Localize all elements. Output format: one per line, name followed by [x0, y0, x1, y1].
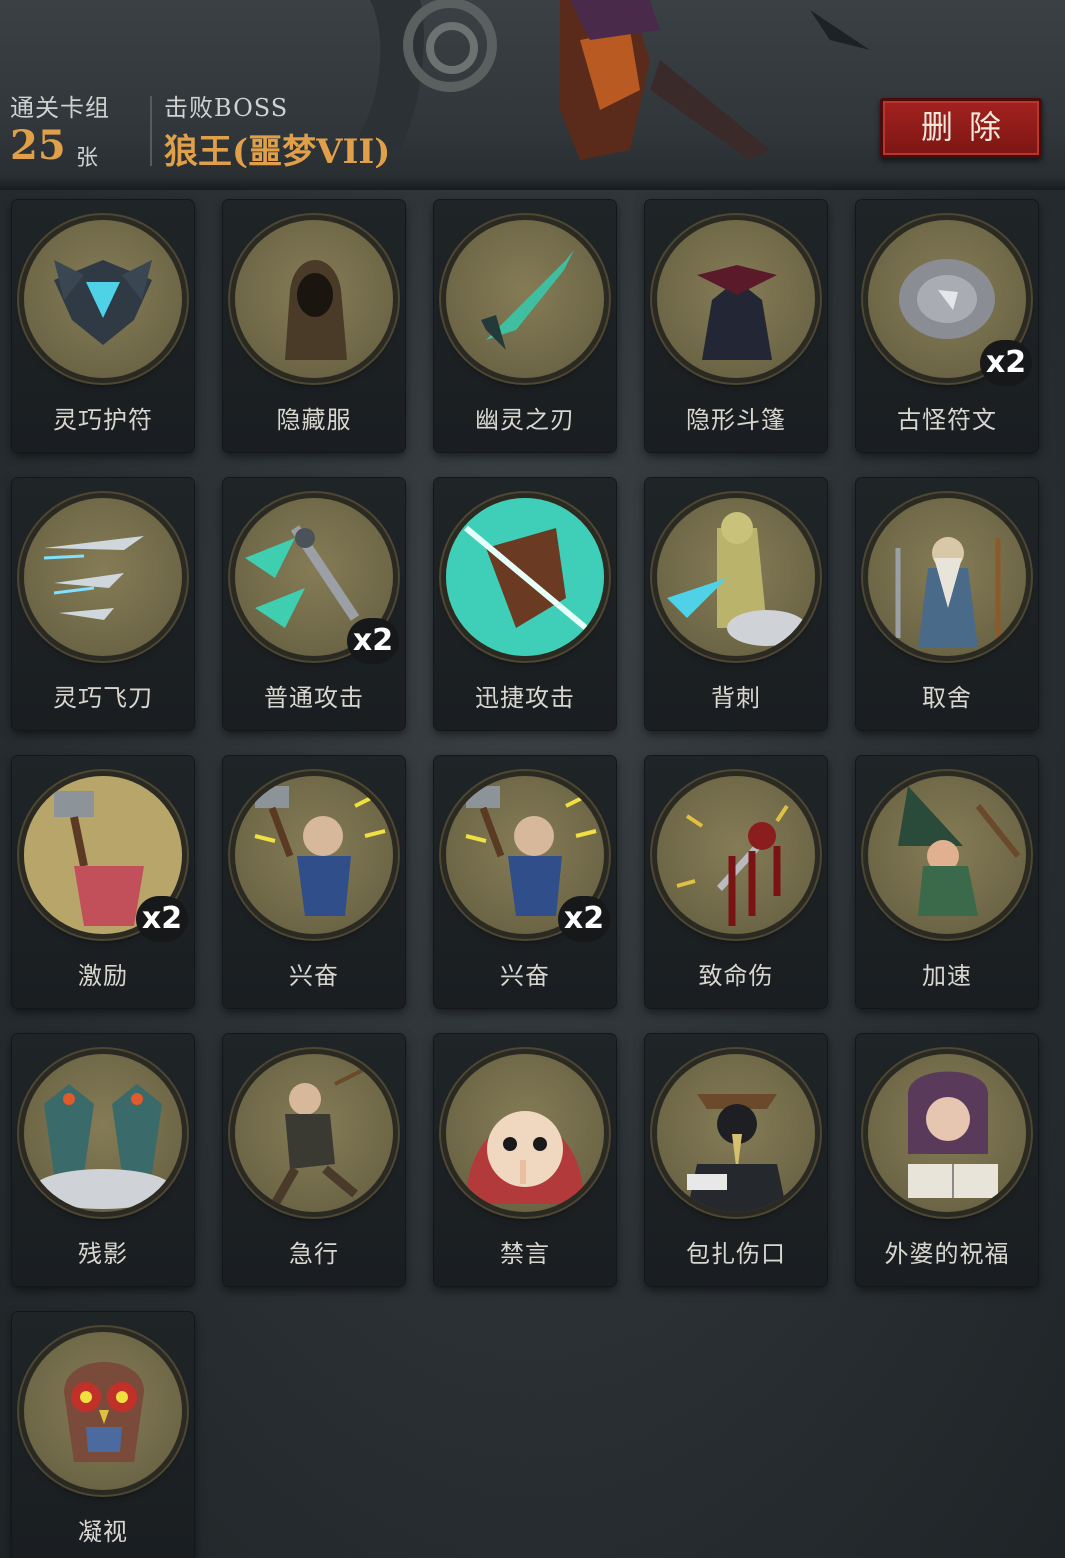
card-name: 禁言	[500, 1240, 550, 1268]
card-name: 激励	[78, 962, 128, 990]
card-name: 隐藏服	[276, 406, 352, 434]
card[interactable]: 隐藏服	[223, 200, 405, 452]
header-art-illustration	[350, 0, 870, 160]
card[interactable]: 禁言	[434, 1034, 616, 1286]
hush-girl-icon	[446, 1054, 604, 1212]
card[interactable]: 取舍	[856, 478, 1038, 730]
hood-cloak-icon	[235, 220, 393, 378]
card[interactable]: 加速	[856, 756, 1038, 1008]
card[interactable]: 致命伤	[645, 756, 827, 1008]
throwing-knives-icon	[24, 498, 182, 656]
boss-label: 击败BOSS	[164, 94, 289, 122]
card-name: 致命伤	[698, 962, 774, 990]
grandma-icon	[868, 1054, 1026, 1212]
card[interactable]: 包扎伤口	[645, 1034, 827, 1286]
card[interactable]: 灵巧护符	[12, 200, 194, 452]
cleared-deck-count: 25	[10, 122, 66, 169]
card-name: 普通攻击	[264, 684, 364, 712]
card-name: 取舍	[922, 684, 972, 712]
card-name: 灵巧护符	[53, 406, 153, 434]
card-name: 外婆的祝福	[884, 1240, 1010, 1268]
card-name: 包扎伤口	[686, 1240, 786, 1268]
card-name: 灵巧飞刀	[53, 684, 153, 712]
card-name: 幽灵之刃	[475, 406, 575, 434]
bleeding-dagger-icon	[657, 776, 815, 934]
card[interactable]: x2 兴奋	[434, 756, 616, 1008]
hammer-dwarf-icon	[235, 776, 393, 934]
card[interactable]: 幽灵之刃	[434, 200, 616, 452]
witch-broom-icon	[868, 776, 1026, 934]
sage-icon	[868, 498, 1026, 656]
card-count-badge: x2	[980, 340, 1032, 386]
card-name: 凝视	[78, 1518, 128, 1546]
amulet-icon	[24, 220, 182, 378]
header-divider	[150, 96, 152, 166]
card[interactable]: 兴奋	[223, 756, 405, 1008]
deck-header: 通关卡组 25 张 击败BOSS 狼王(噩梦VII) 删除	[0, 0, 1065, 190]
card-name: 古怪符文	[897, 406, 997, 434]
card[interactable]: x2 古怪符文	[856, 200, 1038, 452]
card[interactable]: 凝视	[12, 1312, 194, 1558]
card[interactable]: x2 激励	[12, 756, 194, 1008]
owl-icon	[24, 1332, 182, 1490]
card[interactable]: 急行	[223, 1034, 405, 1286]
boss-name: 狼王(噩梦VII)	[164, 132, 391, 172]
card[interactable]: 外婆的祝福	[856, 1034, 1038, 1286]
card-name: 急行	[289, 1240, 339, 1268]
card[interactable]: 隐形斗篷	[645, 200, 827, 452]
backstab-icon	[657, 498, 815, 656]
card-count-badge: x2	[347, 618, 399, 664]
cloak-icon	[657, 220, 815, 378]
cleared-deck-label: 通关卡组	[10, 94, 110, 122]
card-name: 隐形斗篷	[686, 406, 786, 434]
card[interactable]: 灵巧飞刀	[12, 478, 194, 730]
card[interactable]: 背刺	[645, 478, 827, 730]
swift-attack-icon	[446, 498, 604, 656]
card-name: 兴奋	[500, 962, 550, 990]
card-name: 残影	[78, 1240, 128, 1268]
card-count-badge: x2	[558, 896, 610, 942]
plague-doctor-icon	[657, 1054, 815, 1212]
card-count-badge: x2	[136, 896, 188, 942]
card-name: 背刺	[711, 684, 761, 712]
card-name: 迅捷攻击	[475, 684, 575, 712]
delete-button[interactable]: 删除	[880, 98, 1042, 158]
card[interactable]: x2 普通攻击	[223, 478, 405, 730]
card-name: 兴奋	[289, 962, 339, 990]
card[interactable]: 残影	[12, 1034, 194, 1286]
card[interactable]: 迅捷攻击	[434, 478, 616, 730]
ghost-blade-icon	[446, 220, 604, 378]
header-shadow	[0, 178, 1065, 190]
cleared-deck-unit: 张	[76, 146, 99, 171]
running-warrior-icon	[235, 1054, 393, 1212]
card-name: 加速	[922, 962, 972, 990]
afterimage-icon	[24, 1054, 182, 1212]
